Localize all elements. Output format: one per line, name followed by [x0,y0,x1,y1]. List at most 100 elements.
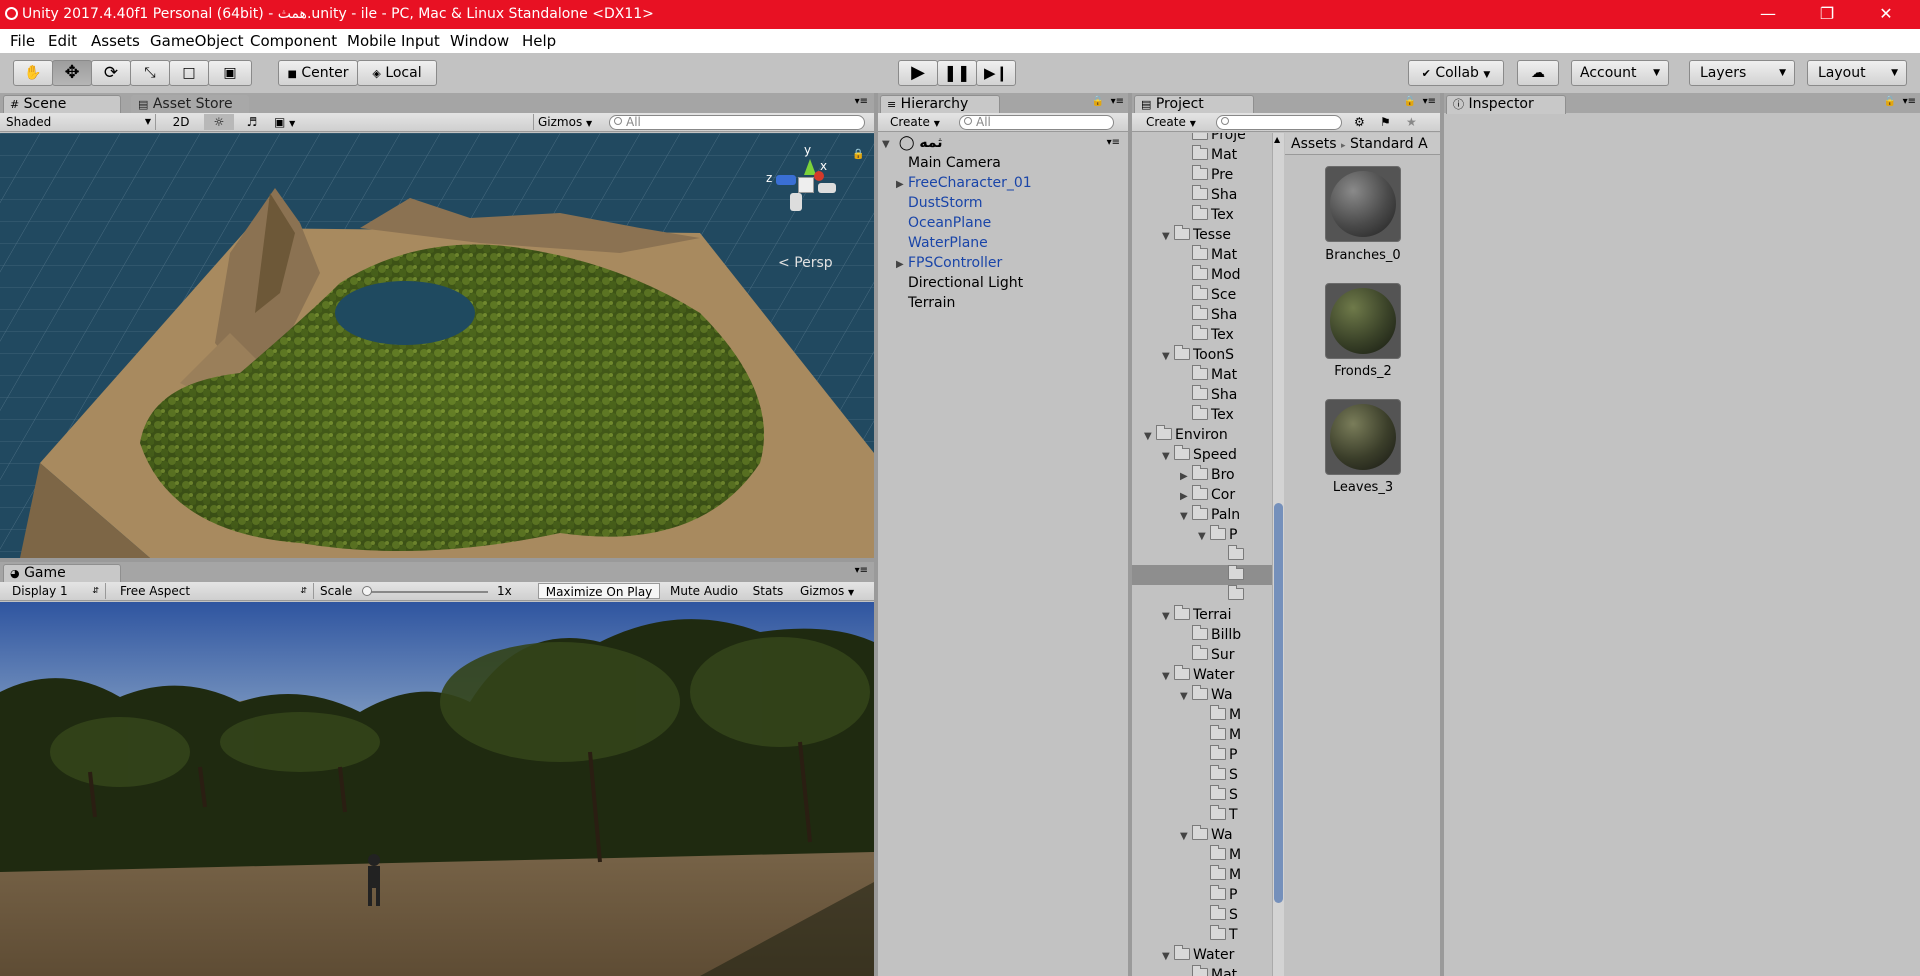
favorite-star-icon[interactable]: ★ [1406,114,1417,130]
scene-viewport[interactable]: y x z 🔒 < Persp [0,133,874,558]
tab-project[interactable]: ▤ Project [1134,95,1254,114]
pause-button[interactable]: ❚❚ [937,60,977,86]
hierarchy-item[interactable]: ▶ FreeCharacter_01 [896,173,1032,193]
pivot-center-button[interactable]: ■ Center [278,60,358,86]
folder-tree-item[interactable] [1132,545,1272,565]
folder-tree-item[interactable]: P [1132,745,1272,765]
hand-tool-button[interactable]: ✋ [13,60,53,86]
chevron-right-icon[interactable]: ▶ [1180,467,1192,487]
chevron-down-icon[interactable]: ▼ [1144,427,1156,447]
panel-menu-icon[interactable]: ▾≡ [1423,96,1436,107]
maximize-on-play-toggle[interactable]: Maximize On Play [538,583,660,599]
folder-tree-item[interactable]: P [1132,885,1272,905]
folder-tree-item[interactable]: S [1132,765,1272,785]
folder-tree-item[interactable]: M [1132,865,1272,885]
folder-tree-item[interactable]: Billb [1132,625,1272,645]
folder-tree-item[interactable]: Sha [1132,305,1272,325]
close-button[interactable]: ✕ [1863,0,1909,29]
chevron-down-icon[interactable]: ▼ [1180,827,1192,847]
restore-button[interactable]: ❐ [1804,0,1850,29]
menu-edit[interactable]: Edit [48,32,77,50]
folder-tree-item[interactable]: ▼ Speed [1132,445,1272,465]
breadcrumb-assets[interactable]: Assets [1291,136,1337,152]
hierarchy-item[interactable]: WaterPlane [896,233,988,253]
folder-tree-item[interactable]: ▼ P [1132,525,1272,545]
scene-search-input[interactable]: All [609,115,865,130]
folder-tree-item[interactable]: Mat [1132,965,1272,976]
asset-leaves-label[interactable]: Leaves_3 [1313,480,1413,495]
axis-neg-y-cone-icon[interactable] [790,193,802,211]
folder-tree-item[interactable]: Sce [1132,285,1272,305]
folder-tree-item[interactable] [1132,565,1272,585]
folder-tree-item[interactable]: ▼ Wa [1132,685,1272,705]
folder-tree-item[interactable]: Sha [1132,185,1272,205]
game-viewport[interactable] [0,602,874,976]
chevron-down-icon[interactable]: ▼ [1162,347,1174,367]
menu-file[interactable]: File [10,32,35,50]
folder-tree-item[interactable]: ▼ Water [1132,665,1272,685]
chevron-down-icon[interactable]: ▼ [1162,447,1174,467]
scene-gizmos-dropdown[interactable]: Gizmos ▼ [533,114,597,130]
folder-tree-item[interactable]: Sur [1132,645,1272,665]
tag-icon[interactable]: ⚑ [1380,114,1391,130]
folder-tree-scrollbar[interactable]: ▲ [1272,133,1284,976]
audio-toggle[interactable]: ♬ [238,114,266,130]
folder-tree-item[interactable]: Mat [1132,245,1272,265]
asset-leaves-thumbnail[interactable] [1325,399,1401,475]
folder-tree-item[interactable]: Sha [1132,385,1272,405]
folder-tree-item[interactable]: Tex [1132,405,1272,425]
chevron-down-icon[interactable]: ▼ [1180,507,1192,527]
filter-by-type-icon[interactable]: ⚙ [1354,114,1365,130]
folder-tree-item[interactable]: ▼ ToonS [1132,345,1272,365]
folder-tree-item[interactable]: M [1132,845,1272,865]
step-button[interactable]: ▶❙ [976,60,1016,86]
hierarchy-item[interactable]: Directional Light [896,273,1023,293]
orientation-gizmo[interactable]: y x z [760,143,850,223]
scene-menu-icon[interactable]: ▾≡ [1107,133,1120,153]
stats-toggle[interactable]: Stats [748,583,788,599]
project-create-dropdown[interactable]: Create ▼ [1146,114,1206,130]
chevron-down-icon[interactable]: ▼ [1162,947,1174,967]
panel-menu-icon[interactable]: ▾≡ [855,96,868,107]
folder-tree-item[interactable]: ▼ Terrai [1132,605,1272,625]
menu-component[interactable]: Component [250,32,337,50]
menu-mobile-input[interactable]: Mobile Input [347,32,440,50]
lock-icon[interactable]: 🔒 [1884,96,1896,107]
hierarchy-item[interactable]: ▶ FPSController [896,253,1002,273]
splitter[interactable] [0,558,874,562]
asset-fronds-thumbnail[interactable] [1325,283,1401,359]
hierarchy-create-dropdown[interactable]: Create ▼ [890,114,950,130]
folder-tree-item[interactable]: T [1132,805,1272,825]
asset-fronds-label[interactable]: Fronds_2 [1313,364,1413,379]
chevron-down-icon[interactable]: ▼ [1180,687,1192,707]
axis-neg-x-cone-icon[interactable] [818,183,836,193]
tab-asset-store[interactable]: ▤ Asset Store [131,95,249,114]
layers-dropdown[interactable]: Layers ▼ [1689,60,1795,86]
folder-tree-item[interactable]: Mat [1132,365,1272,385]
chevron-down-icon[interactable]: ▼ [1198,527,1210,547]
project-search-input[interactable] [1216,115,1342,130]
effects-dropdown[interactable]: ▣ ▼ [274,114,314,130]
layout-dropdown[interactable]: Layout ▼ [1807,60,1907,86]
menu-window[interactable]: Window [450,32,509,50]
hierarchy-search-input[interactable]: All [959,115,1114,130]
scale-slider-track[interactable] [364,591,488,593]
gizmo-center-icon[interactable] [798,177,814,193]
tab-hierarchy[interactable]: ≡ Hierarchy [880,95,1000,114]
cloud-button[interactable]: ☁ [1517,60,1559,86]
hierarchy-item[interactable]: OceanPlane [896,213,991,233]
folder-tree-item[interactable]: S [1132,905,1272,925]
folder-tree-item[interactable]: ▼ Wa [1132,825,1272,845]
chevron-down-icon[interactable]: ▼ [1162,227,1174,247]
tab-scene[interactable]: # Scene [3,95,121,114]
axis-x-cone-icon[interactable] [814,171,824,181]
2d-toggle[interactable]: 2D [168,114,194,130]
breadcrumb-standard-assets[interactable]: Standard A [1350,136,1428,152]
folder-tree-item[interactable]: Tex [1132,325,1272,345]
axis-z-cone-icon[interactable] [776,175,796,185]
chevron-down-icon[interactable]: ▼ [882,135,894,155]
aspect-dropdown[interactable]: Free Aspect ⇵ [114,583,314,599]
folder-tree-item[interactable]: T [1132,925,1272,945]
panel-menu-icon[interactable]: ▾≡ [855,565,868,576]
chevron-down-icon[interactable]: ▼ [1162,667,1174,687]
